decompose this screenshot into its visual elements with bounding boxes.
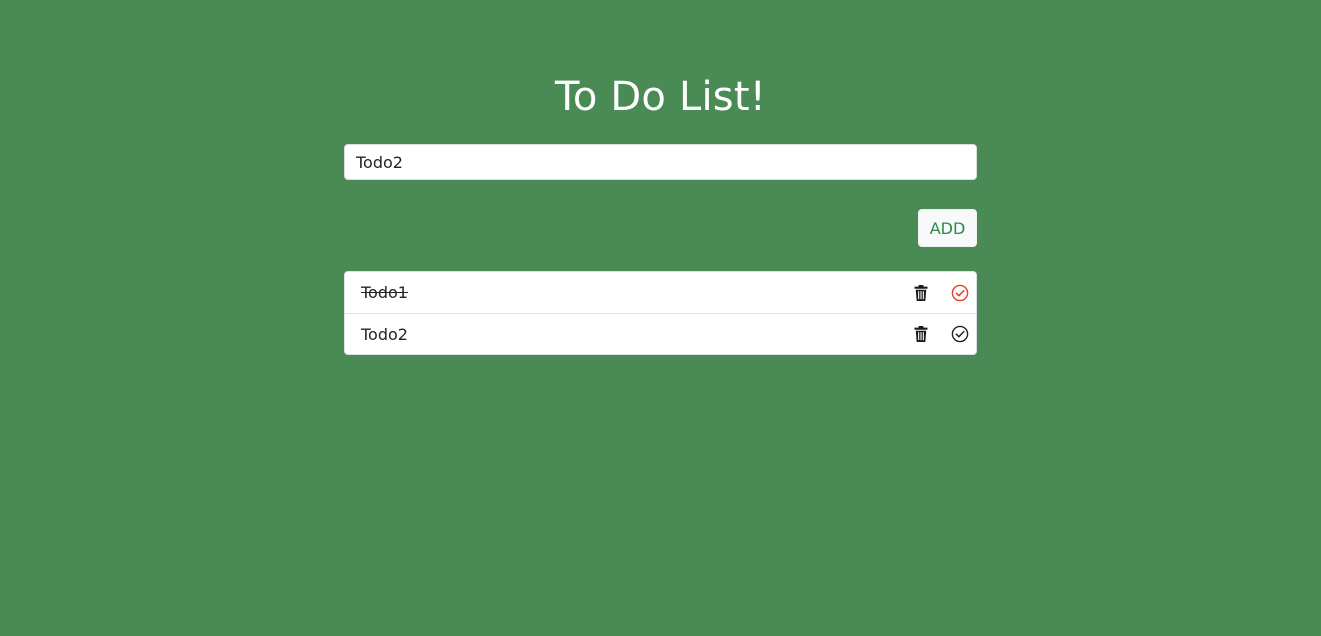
todo-item: Todo1 [345, 272, 976, 313]
todo-item-text: Todo1 [361, 283, 408, 302]
add-button[interactable]: ADD [918, 209, 977, 247]
trash-icon[interactable] [911, 283, 931, 303]
trash-icon[interactable] [911, 324, 931, 344]
todo-item: Todo2 [345, 313, 976, 354]
page-title: To Do List! [555, 74, 766, 120]
check-circle-icon[interactable] [950, 324, 970, 344]
check-circle-icon[interactable] [950, 283, 970, 303]
todo-list: Todo1 Todo2 [344, 271, 977, 355]
todo-input[interactable] [344, 144, 977, 180]
todo-item-text: Todo2 [361, 324, 408, 344]
